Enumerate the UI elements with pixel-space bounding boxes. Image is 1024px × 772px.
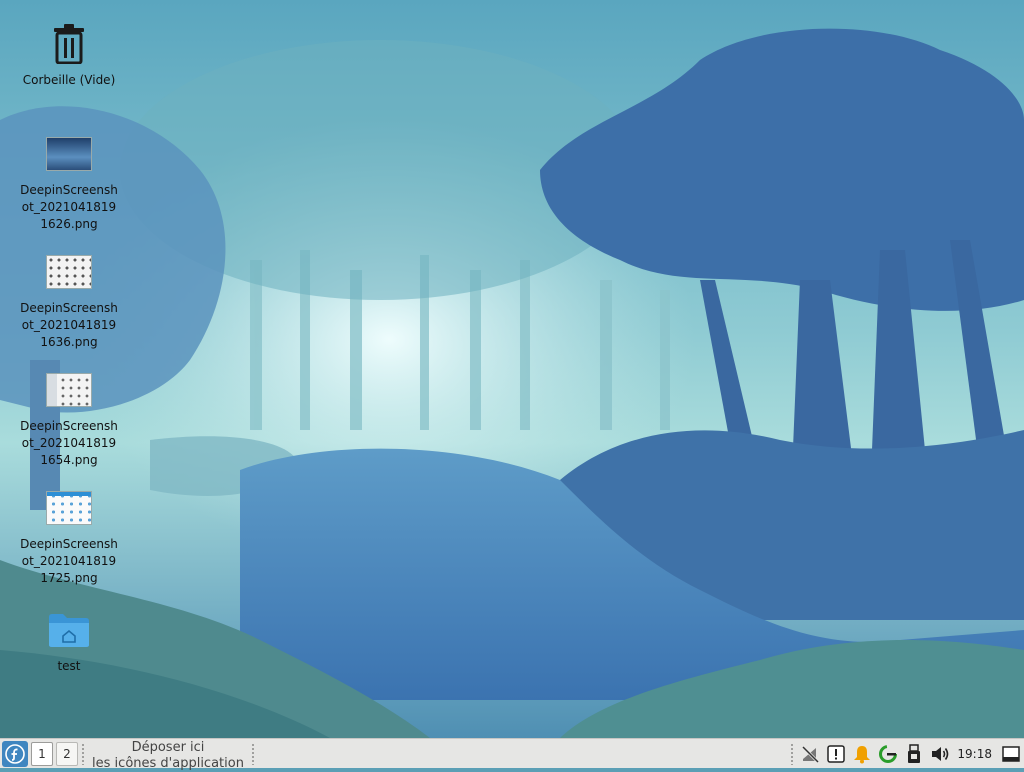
home-folder-icon [48,604,90,656]
image-thumbnail-icon [46,482,92,534]
usb-icon[interactable] [902,741,926,767]
volume-icon[interactable] [928,741,952,767]
panel-grip-handle[interactable] [790,742,795,765]
image-thumbnail-icon [46,128,92,180]
notification-icon[interactable] [824,741,848,767]
desktop-icon-screenshot-3[interactable]: DeepinScreenshot_20210418191654.png [19,364,119,469]
launcher-hint-line2: les icônes d'application [92,755,244,771]
desktop-icon-screenshot-2[interactable]: DeepinScreenshot_20210418191636.png [19,246,119,351]
desktop-icon-label: DeepinScreenshot_20210418191725.png [20,537,118,585]
fedora-logo-icon [5,743,25,764]
desktop-icon-screenshot-1[interactable]: DeepinScreenshot_20210418191626.png [19,128,119,233]
desktop-icon-screenshot-4[interactable]: DeepinScreenshot_20210418191725.png [19,482,119,587]
desktop-icon-trash[interactable]: Corbeille (Vide) [19,18,119,89]
desktop-icon-label: Corbeille (Vide) [22,73,116,87]
desktop-icon-folder-test[interactable]: test [19,604,119,675]
update-icon[interactable] [876,741,900,767]
desktop-wallpaper [0,0,1024,738]
desktop-icon-label: DeepinScreenshot_20210418191636.png [20,301,118,349]
bell-icon[interactable] [850,741,874,767]
taskbar: 1 2 Déposer ici les icônes d'application [0,738,1024,771]
image-thumbnail-icon [46,364,92,416]
applications-menu-button[interactable] [2,740,28,767]
launcher-drop-zone[interactable]: Déposer ici les icônes d'application [88,740,248,772]
launcher-hint-line1: Déposer ici [131,739,205,755]
desktop-icon-label: test [57,659,81,673]
panel-grip-handle[interactable] [81,742,85,765]
desktop-icon-label: DeepinScreenshot_20210418191626.png [20,183,118,231]
desktop-icon-label: DeepinScreenshot_20210418191654.png [20,419,118,467]
image-thumbnail-icon [46,246,92,298]
panel-grip-handle[interactable] [251,742,255,765]
trash-icon [52,18,86,70]
network-disconnected-icon[interactable] [798,741,822,767]
show-desktop-icon[interactable] [999,741,1023,767]
workspace-1-button[interactable]: 1 [31,741,53,766]
clock[interactable]: 19:18 [957,747,992,761]
workspace-2-button[interactable]: 2 [56,741,78,766]
